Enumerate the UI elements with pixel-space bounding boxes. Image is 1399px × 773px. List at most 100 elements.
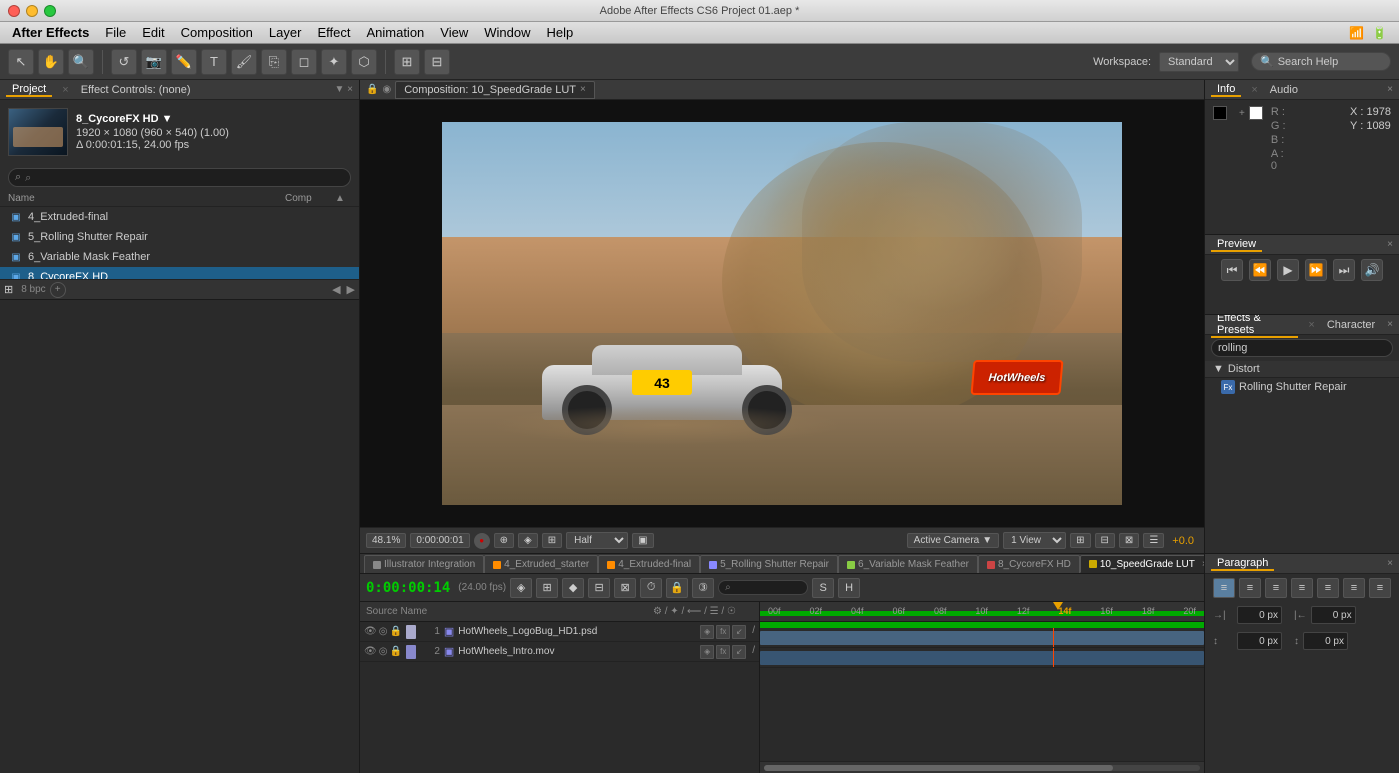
new-comp-btn[interactable]: + — [50, 282, 66, 298]
project-search-box[interactable]: ⌕ — [8, 168, 351, 187]
align-justify3-btn[interactable]: ≡ — [1343, 578, 1365, 598]
eraser-tool[interactable]: ◻ — [291, 49, 317, 75]
comp-tab-rolling-shutter[interactable]: 5_Rolling Shutter Repair — [700, 555, 838, 573]
comp-tab-variable-mask[interactable]: 6_Variable Mask Feather — [838, 555, 978, 573]
timecode-display[interactable]: 0:00:00:01 — [410, 533, 469, 548]
window-controls[interactable] — [8, 5, 56, 17]
file-item-rolling-shutter[interactable]: ▣ 5_Rolling Shutter Repair — [0, 227, 359, 247]
project-search-input[interactable] — [25, 172, 344, 184]
preview-last-btn[interactable]: ⏭ — [1333, 259, 1355, 281]
track-row-1[interactable] — [760, 628, 1204, 648]
menu-file[interactable]: File — [97, 25, 134, 40]
scroll-thumb[interactable] — [764, 765, 1113, 771]
comp-tab-speedgrade-active[interactable]: 10_SpeedGrade LUT × — [1080, 555, 1204, 573]
maximize-button[interactable] — [44, 5, 56, 17]
indent-left-input[interactable] — [1237, 606, 1282, 624]
effect-btn-1[interactable]: fx — [716, 625, 730, 639]
panel-arrow-left[interactable]: ◀ — [332, 283, 340, 296]
preview-close-btn[interactable]: × — [1387, 239, 1393, 250]
viewer-btn-4[interactable]: ☰ — [1143, 533, 1164, 548]
viewer-btn-3[interactable]: ⊠ — [1119, 533, 1139, 548]
mask-btn-1[interactable]: ◈ — [700, 625, 714, 639]
effects-close-btn[interactable]: × — [1387, 319, 1393, 330]
preview-next-btn[interactable]: ⏩ — [1305, 259, 1327, 281]
effects-search-input[interactable] — [1211, 339, 1393, 357]
paragraph-close-btn[interactable]: × — [1387, 558, 1393, 569]
align-left-btn[interactable]: ≡ — [1213, 578, 1235, 598]
align-btn-1[interactable]: ⊞ — [394, 49, 420, 75]
effect-item-rolling-shutter[interactable]: Fx Rolling Shutter Repair — [1205, 378, 1399, 396]
tl-btn-keys[interactable]: ◆ — [562, 578, 584, 598]
menu-composition[interactable]: Composition — [173, 25, 261, 40]
file-item-cycore[interactable]: ▣ 8_CycoreFX HD — [0, 267, 359, 279]
layer-solo-icon-2[interactable]: ◎ — [379, 646, 388, 657]
quality-select[interactable]: Half Full Quarter — [566, 532, 628, 549]
layer-lock-icon[interactable]: 🔒 — [389, 626, 401, 637]
align-btn-2[interactable]: ⊟ — [424, 49, 450, 75]
tl-btn-hide[interactable]: H — [838, 578, 860, 598]
comp-tab-speedgrade[interactable]: Composition: 10_SpeedGrade LUT × — [395, 81, 595, 99]
audio-tab[interactable]: Audio — [1264, 84, 1304, 96]
preview-tab[interactable]: Preview — [1211, 238, 1262, 252]
timeline-scrollbar[interactable] — [760, 761, 1204, 773]
align-justify1-btn[interactable]: ≡ — [1291, 578, 1313, 598]
search-help-input[interactable] — [1278, 56, 1382, 68]
effect-category-distort[interactable]: ▼ Distort — [1205, 361, 1399, 378]
layer-eye-icon-2[interactable]: 👁 — [364, 646, 377, 657]
info-tab[interactable]: Info — [1211, 83, 1241, 97]
workspace-select[interactable]: Standard — [1159, 52, 1239, 72]
interpret-footage-icon[interactable]: ⊞ — [4, 283, 13, 296]
tl-btn-comp[interactable]: ◈ — [510, 578, 532, 598]
menu-window[interactable]: Window — [476, 25, 538, 40]
puppet-tool[interactable]: ✦ — [321, 49, 347, 75]
menu-help[interactable]: Help — [538, 25, 581, 40]
record-btn[interactable]: ● — [474, 533, 490, 549]
arrow-btn-2[interactable]: ↙ — [732, 645, 746, 659]
layer-eye-icon[interactable]: 👁 — [364, 626, 377, 637]
text-tool[interactable]: T — [201, 49, 227, 75]
menu-animation[interactable]: Animation — [358, 25, 432, 40]
comp-tab-extruded-starter[interactable]: 4_Extruded_starter — [484, 555, 598, 573]
comp-tab-close[interactable]: × — [580, 84, 586, 95]
file-item-4extruded-final[interactable]: ▣ 4_Extruded-final — [0, 207, 359, 227]
mask-btn[interactable]: ◈ — [518, 533, 538, 548]
tl-btn-parent[interactable]: ⊞ — [536, 578, 558, 598]
align-justify2-btn[interactable]: ≡ — [1317, 578, 1339, 598]
brush-tool[interactable]: 🖌 — [231, 49, 257, 75]
3d-track-btn[interactable]: ⊕ — [494, 533, 514, 548]
menu-edit[interactable]: Edit — [134, 25, 172, 40]
search-help-container[interactable]: 🔍 — [1251, 52, 1391, 71]
zoom-tool[interactable]: 🔍 — [68, 49, 94, 75]
project-tab[interactable]: Project — [6, 83, 52, 97]
comp-tab-cycoreFX[interactable]: 8_CycoreFX HD — [978, 555, 1080, 573]
tl-btn-expr[interactable]: ⊟ — [588, 578, 610, 598]
paragraph-tab[interactable]: Paragraph — [1211, 557, 1274, 571]
panel-arrow-right[interactable]: ▶ — [347, 283, 355, 296]
shape-tool[interactable]: ⬡ — [351, 49, 377, 75]
rotation-tool[interactable]: ↺ — [111, 49, 137, 75]
preview-audio-btn[interactable]: 🔊 — [1361, 259, 1383, 281]
preview-prev-btn[interactable]: ⏪ — [1249, 259, 1271, 281]
layer-row-2[interactable]: 👁 ◎ 🔒 2 ▣ HotWheels_Intro.mov ◈ fx ↙ / — [360, 642, 759, 662]
track-row-2[interactable] — [760, 648, 1204, 668]
menu-effect[interactable]: Effect — [309, 25, 358, 40]
preview-first-btn[interactable]: ⏮ — [1221, 259, 1243, 281]
viewer-btn-2[interactable]: ⊟ — [1095, 533, 1115, 548]
timeline-search-input[interactable] — [718, 580, 808, 595]
space-after-input[interactable] — [1303, 632, 1348, 650]
comp-tab-extruded-final[interactable]: 4_Extruded-final — [598, 555, 700, 573]
space-before-input[interactable] — [1237, 632, 1282, 650]
close-button[interactable] — [8, 5, 20, 17]
layer-solo-icon[interactable]: ◎ — [379, 626, 388, 637]
align-center-btn[interactable]: ≡ — [1239, 578, 1261, 598]
tl-btn-motion[interactable]: ⊠ — [614, 578, 636, 598]
comp-tab-illustrator[interactable]: Illustrator Integration — [364, 555, 484, 573]
character-tab[interactable]: Character — [1321, 319, 1381, 331]
clone-tool[interactable]: ⎘ — [261, 49, 287, 75]
indent-right-input[interactable] — [1311, 606, 1356, 624]
preview-play-btn[interactable]: ▶ — [1277, 259, 1299, 281]
info-close-btn[interactable]: × — [1387, 84, 1393, 95]
select-tool[interactable]: ↖ — [8, 49, 34, 75]
viewer-btn-1[interactable]: ⊞ — [1070, 533, 1090, 548]
effect-btn-2[interactable]: fx — [716, 645, 730, 659]
